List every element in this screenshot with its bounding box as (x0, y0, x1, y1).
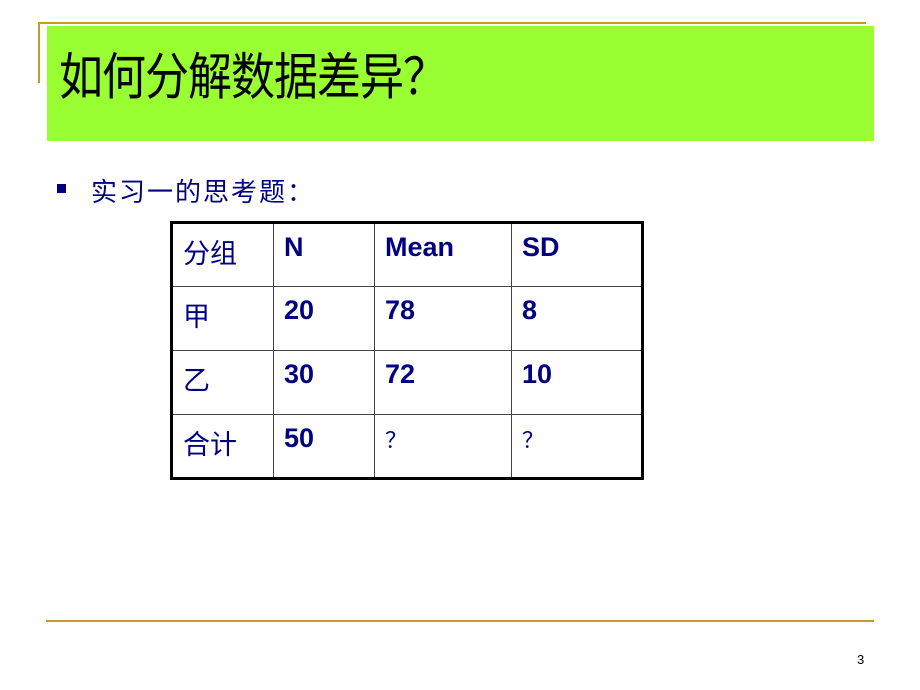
title-accent-line-left (38, 22, 40, 83)
cell-n: 20 (273, 286, 375, 351)
header-cell-sd: SD (511, 222, 643, 287)
cell-sd: ？ (511, 414, 643, 479)
slide-title: 如何分解数据差异？ (59, 48, 447, 108)
cell-group: 乙 (171, 350, 274, 415)
cell-sd: 8 (511, 286, 643, 351)
cell-mean: 78 (374, 286, 512, 351)
cell-n: 30 (273, 350, 375, 415)
cell-group: 合计 (171, 414, 274, 479)
table-header-row: 分组 N Mean SD (171, 222, 643, 287)
cell-mean: ？ (374, 414, 512, 479)
header-cell-n: N (273, 222, 375, 287)
table-row-total: 合计 50 ？ ？ (171, 414, 643, 479)
cell-mean: 72 (374, 350, 512, 415)
header-cell-group: 分组 (171, 222, 274, 287)
cell-sd: 10 (511, 350, 643, 415)
table-row: 乙 30 72 10 (171, 350, 643, 415)
page-number: 3 (857, 652, 865, 667)
title-accent-line-top (38, 22, 866, 24)
footer-accent-line (46, 620, 874, 622)
bullet-text: 实习一的思考题： (91, 177, 316, 207)
cell-group: 甲 (171, 286, 274, 351)
bullet-square-icon (57, 184, 66, 193)
table-row: 甲 20 78 8 (171, 286, 643, 351)
cell-n: 50 (273, 414, 375, 479)
data-table: 分组 N Mean SD 甲 20 78 8 乙 30 72 10 合计 50 … (170, 221, 644, 480)
header-cell-mean: Mean (374, 222, 512, 287)
title-banner: 如何分解数据差异？ (47, 26, 874, 141)
